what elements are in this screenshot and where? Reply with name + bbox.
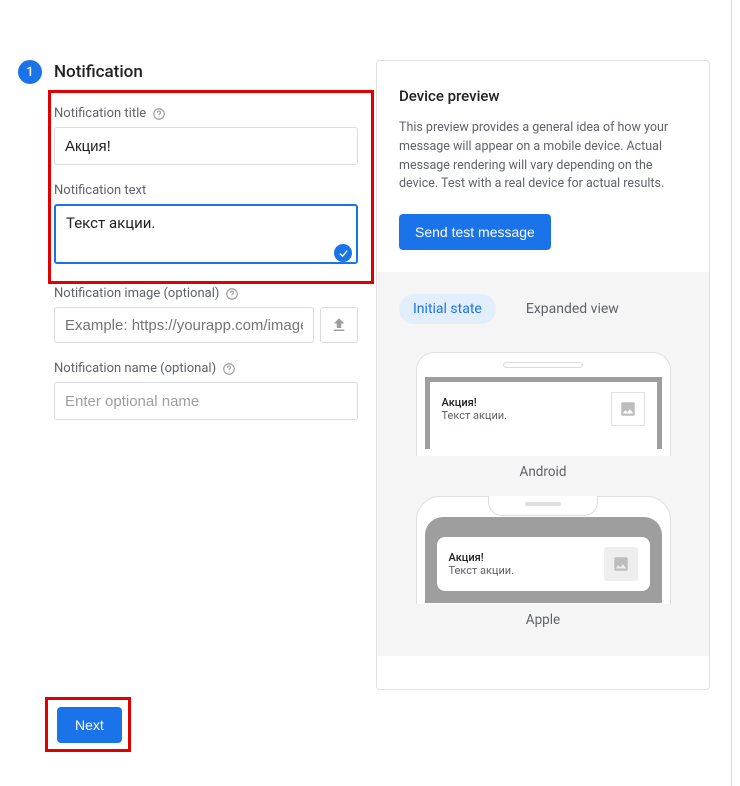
notif-preview-body: Текст акции.: [449, 564, 515, 577]
preview-tabs: Initial state Expanded view: [399, 294, 687, 324]
preview-title: Device preview: [399, 87, 687, 105]
name-label: Notification name (optional): [54, 361, 216, 376]
image-placeholder-icon: [611, 392, 645, 426]
notification-text-input[interactable]: Текст акции.: [54, 204, 358, 264]
apple-preview: Акция! Текст акции. Apple: [399, 496, 687, 628]
send-test-button[interactable]: Send test message: [399, 214, 551, 250]
phone-notch-icon: [488, 496, 598, 516]
android-preview: Акция! Текст акции. Android: [399, 352, 687, 480]
upload-icon: [330, 316, 348, 334]
text-field-group: Notification text Текст акции.: [54, 183, 358, 268]
notification-name-input[interactable]: [54, 382, 358, 420]
title-field-group: Notification title: [54, 106, 358, 165]
notif-preview-title: Акция!: [442, 396, 508, 409]
image-placeholder-icon: [604, 547, 638, 581]
step-title: Notification: [54, 62, 143, 82]
device-preview-panel: Device preview This preview provides a g…: [376, 60, 710, 690]
panel-right-border: [731, 0, 732, 786]
notification-title-input[interactable]: [54, 127, 358, 165]
image-label: Notification image (optional): [54, 286, 219, 301]
notif-preview-body: Текст акции.: [442, 409, 508, 422]
help-icon[interactable]: [225, 287, 239, 301]
tab-expanded-view[interactable]: Expanded view: [512, 294, 633, 324]
android-label: Android: [399, 464, 687, 480]
step-header: 1 Notification: [18, 60, 358, 84]
step-number-badge: 1: [18, 60, 42, 84]
title-label: Notification title: [54, 106, 146, 121]
name-field-group: Notification name (optional): [54, 361, 358, 420]
text-label: Notification text: [54, 183, 146, 198]
apple-label: Apple: [399, 612, 687, 628]
preview-description: This preview provides a general idea of …: [399, 119, 687, 194]
help-icon[interactable]: [222, 362, 236, 376]
image-field-group: Notification image (optional): [54, 286, 358, 343]
notification-image-input[interactable]: [54, 307, 314, 343]
help-icon[interactable]: [152, 107, 166, 121]
upload-button[interactable]: [320, 307, 358, 343]
notif-preview-title: Акция!: [449, 551, 515, 564]
next-button[interactable]: Next: [57, 707, 122, 743]
phone-speaker-icon: [503, 362, 583, 368]
check-icon: [334, 244, 352, 262]
tab-initial-state[interactable]: Initial state: [399, 294, 496, 324]
